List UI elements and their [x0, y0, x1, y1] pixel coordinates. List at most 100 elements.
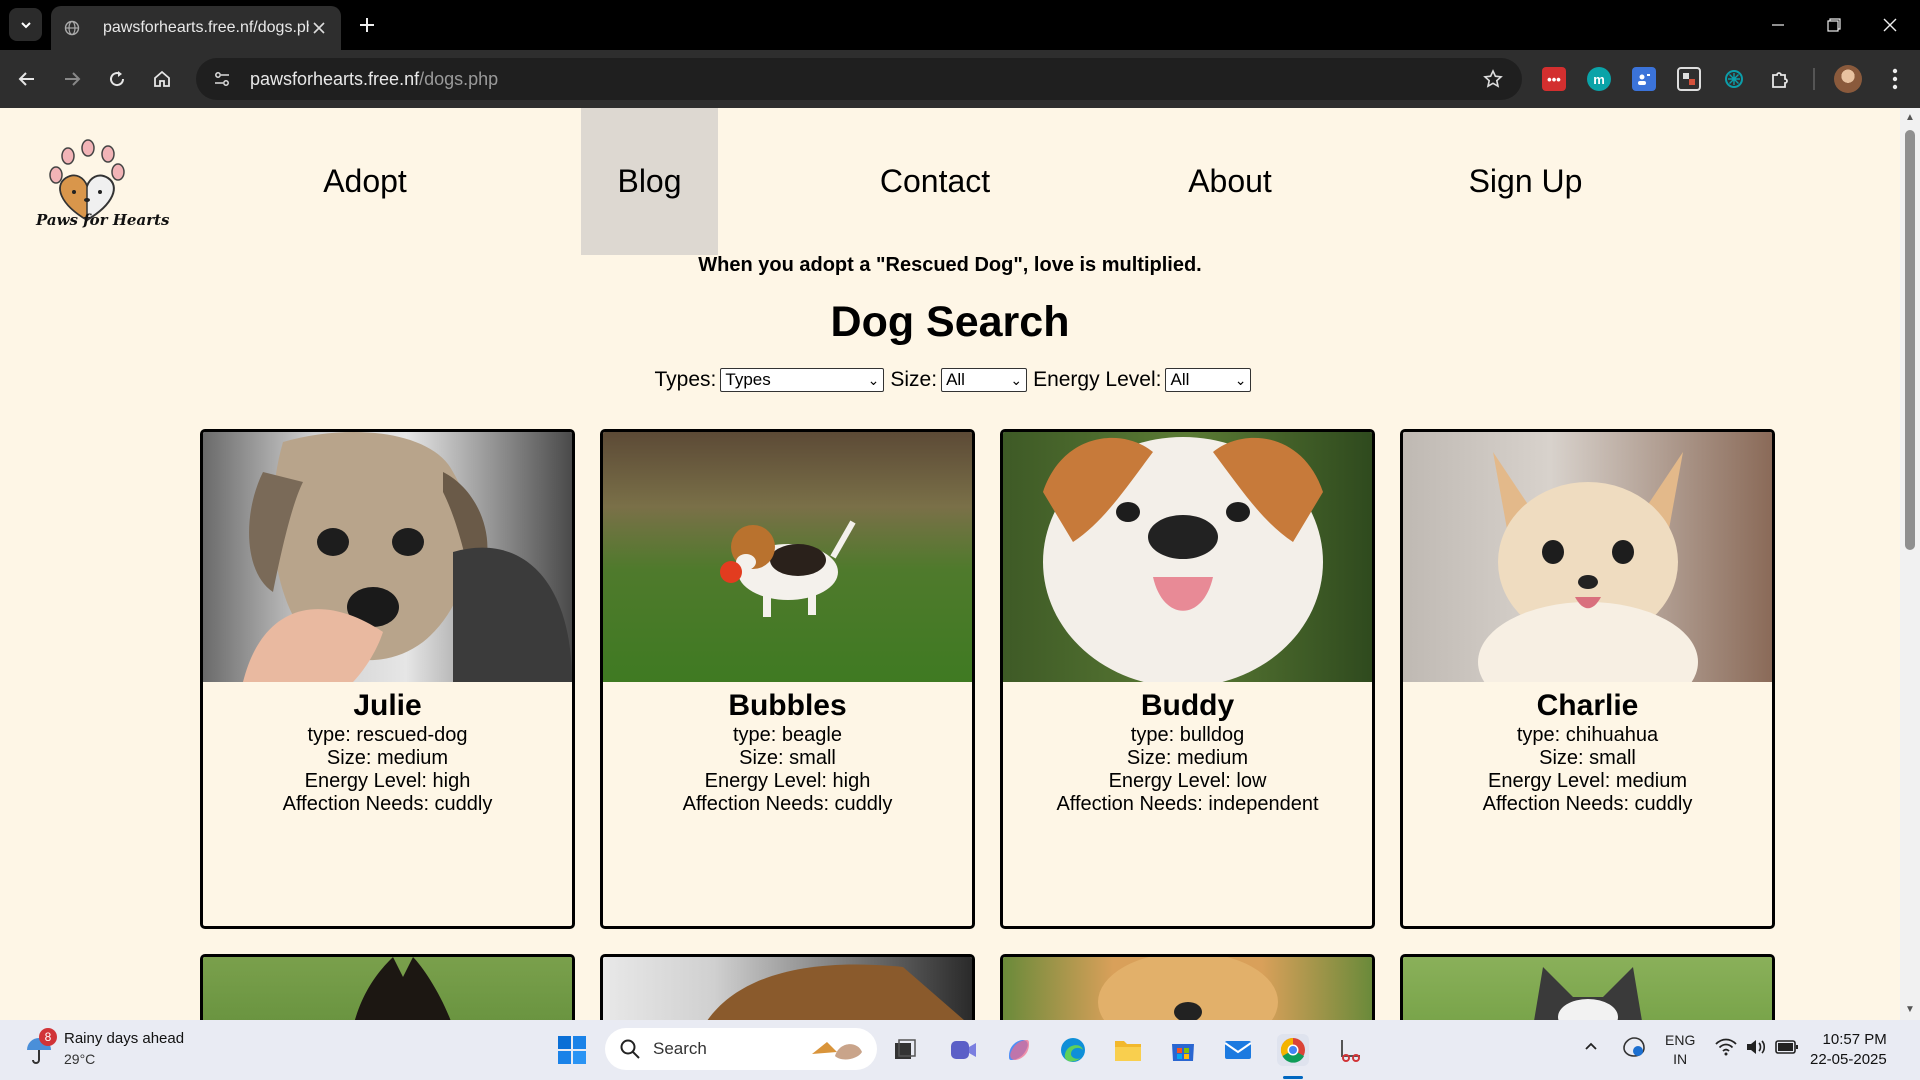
dog-card[interactable]: Buddy type: bulldog Size: medium Energy … [1000, 429, 1375, 929]
minimize-icon [1772, 24, 1784, 26]
site-info-icon[interactable] [204, 61, 240, 97]
dog-photo [603, 432, 972, 682]
dog-photo [603, 957, 972, 1020]
home-button[interactable] [144, 61, 180, 97]
language-line-1: ENG [1665, 1032, 1696, 1048]
windows-start-icon[interactable] [556, 1034, 588, 1066]
system-clock[interactable]: 10:57 PM 22-05-2025 [1810, 1030, 1887, 1070]
copilot-icon[interactable] [1003, 1034, 1035, 1066]
nav-about[interactable]: About [1150, 108, 1310, 255]
task-view-icon[interactable] [889, 1034, 921, 1066]
arrow-left-icon [18, 72, 34, 86]
tab-title: pawsforhearts.free.nf/dogs.php [103, 19, 309, 36]
chevron-down-icon: ⌄ [867, 372, 880, 388]
home-icon [154, 70, 170, 87]
scroll-up-arrow-icon[interactable]: ▲ [1904, 112, 1916, 124]
extensions-puzzle-icon[interactable] [1768, 67, 1792, 91]
minimize-button[interactable] [1750, 0, 1806, 50]
nav-sign-up[interactable]: Sign Up [1438, 108, 1613, 255]
extension-ai-icon[interactable] [1722, 67, 1746, 91]
types-label: Types: [654, 368, 717, 391]
language-indicator[interactable]: ENG IN [1665, 1031, 1695, 1069]
close-icon[interactable] [309, 18, 329, 38]
dog-photo [203, 957, 572, 1020]
browser-menu-icon[interactable] [1880, 62, 1910, 96]
dog-energy-level: Energy Level: medium [1488, 770, 1687, 792]
dog-card[interactable] [200, 954, 575, 1020]
scrollbar-thumb[interactable] [1905, 130, 1915, 550]
url-path: /dogs.php [419, 68, 499, 89]
dog-size: Size: small [739, 747, 836, 769]
taskbar-search-placeholder: Search [653, 1039, 707, 1058]
dog-card[interactable]: Charlie type: chihuahua Size: small Ener… [1400, 429, 1775, 929]
dog-type: type: bulldog [1130, 724, 1245, 746]
dog-card[interactable]: Julie type: rescued-dog Size: medium Ene… [200, 429, 575, 929]
snipping-tool-icon[interactable] [1334, 1034, 1366, 1066]
nav-contact[interactable]: Contact [848, 108, 1022, 255]
url-text: pawsforhearts.free.nf/dogs.php [250, 69, 498, 90]
nav-blog[interactable]: Blog [581, 108, 718, 255]
profile-avatar[interactable] [1834, 65, 1862, 93]
close-window-button[interactable] [1862, 0, 1918, 50]
dog-card[interactable] [1400, 954, 1775, 1020]
extension-m-icon[interactable]: m [1587, 67, 1611, 91]
windows-taskbar: 8 Rainy days ahead 29°C Search ENG IN 10… [0, 1020, 1920, 1080]
weather-badge: 8 [39, 1028, 57, 1046]
dog-affection-needs: Affection Needs: cuddly [282, 793, 493, 815]
new-tab-button[interactable] [352, 10, 382, 40]
restore-icon [1827, 18, 1841, 32]
dog-card[interactable] [600, 954, 975, 1020]
dog-name: Julie [353, 689, 422, 722]
dog-energy-level: Energy Level: high [304, 770, 471, 792]
mail-icon[interactable] [1222, 1034, 1254, 1066]
battery-icon[interactable] [1775, 1039, 1799, 1058]
bookmark-star-icon[interactable] [1478, 64, 1508, 94]
dog-card[interactable] [1000, 954, 1375, 1020]
volume-icon[interactable] [1745, 1038, 1767, 1059]
chevron-down-icon: ⌄ [1010, 372, 1023, 388]
scroll-down-arrow-icon[interactable]: ▼ [1904, 1004, 1916, 1016]
dog-size: Size: small [1539, 747, 1636, 769]
tab-search-button[interactable] [9, 8, 42, 41]
energy-level-label: Energy Level: [1033, 368, 1162, 391]
chrome-icon[interactable] [1277, 1034, 1309, 1066]
extension-contact-icon[interactable] [1632, 67, 1656, 91]
teams-meet-icon[interactable] [947, 1034, 979, 1066]
dog-energy-level: Energy Level: high [704, 770, 871, 792]
energy-level-select[interactable]: All ⌄ [1165, 368, 1252, 392]
edge-browser-icon[interactable] [1057, 1034, 1089, 1066]
restore-button[interactable] [1806, 0, 1862, 50]
dog-photo [1403, 957, 1772, 1020]
browser-tab[interactable]: pawsforhearts.free.nf/dogs.php [51, 6, 341, 50]
microsoft-store-icon[interactable] [1167, 1034, 1199, 1066]
tagline: When you adopt a "Rescued Dog", love is … [698, 254, 1202, 276]
dog-type: type: beagle [733, 724, 842, 746]
dog-type: type: rescued-dog [307, 724, 468, 746]
forward-button[interactable] [54, 61, 90, 97]
file-explorer-icon[interactable] [1112, 1034, 1144, 1066]
taskbar-search[interactable]: Search [605, 1028, 877, 1070]
weather-title[interactable]: Rainy days ahead [64, 1030, 184, 1047]
extension-translate-icon[interactable] [1677, 67, 1701, 91]
dog-size: Size: medium [1126, 747, 1249, 769]
extension-lastpass-icon[interactable]: ••• [1542, 67, 1566, 91]
page-scrollbar[interactable]: ▲ ▼ [1900, 108, 1920, 1020]
back-button[interactable] [9, 61, 45, 97]
dog-card[interactable]: Bubbles type: beagle Size: small Energy … [600, 429, 975, 929]
dog-name: Buddy [1140, 689, 1235, 722]
size-select[interactable]: All ⌄ [941, 368, 1028, 392]
dog-size: Size: medium [326, 747, 449, 769]
chevron-down-icon: ⌄ [1234, 372, 1247, 388]
dog-name: Bubbles [728, 689, 847, 722]
network-info-icon[interactable] [1622, 1036, 1646, 1061]
show-hidden-icons-chevron-icon[interactable] [1583, 1038, 1599, 1057]
nav-adopt[interactable]: Adopt [270, 108, 460, 255]
dog-type: type: chihuahua [1516, 724, 1659, 746]
types-select[interactable]: Types ⌄ [720, 368, 885, 392]
address-bar[interactable]: pawsforhearts.free.nf/dogs.php [196, 58, 1522, 100]
reload-button[interactable] [99, 61, 135, 97]
chevron-down-icon [20, 21, 31, 28]
wifi-icon[interactable] [1715, 1038, 1737, 1059]
toolbar-separator [1813, 68, 1815, 90]
close-icon [1883, 18, 1897, 32]
